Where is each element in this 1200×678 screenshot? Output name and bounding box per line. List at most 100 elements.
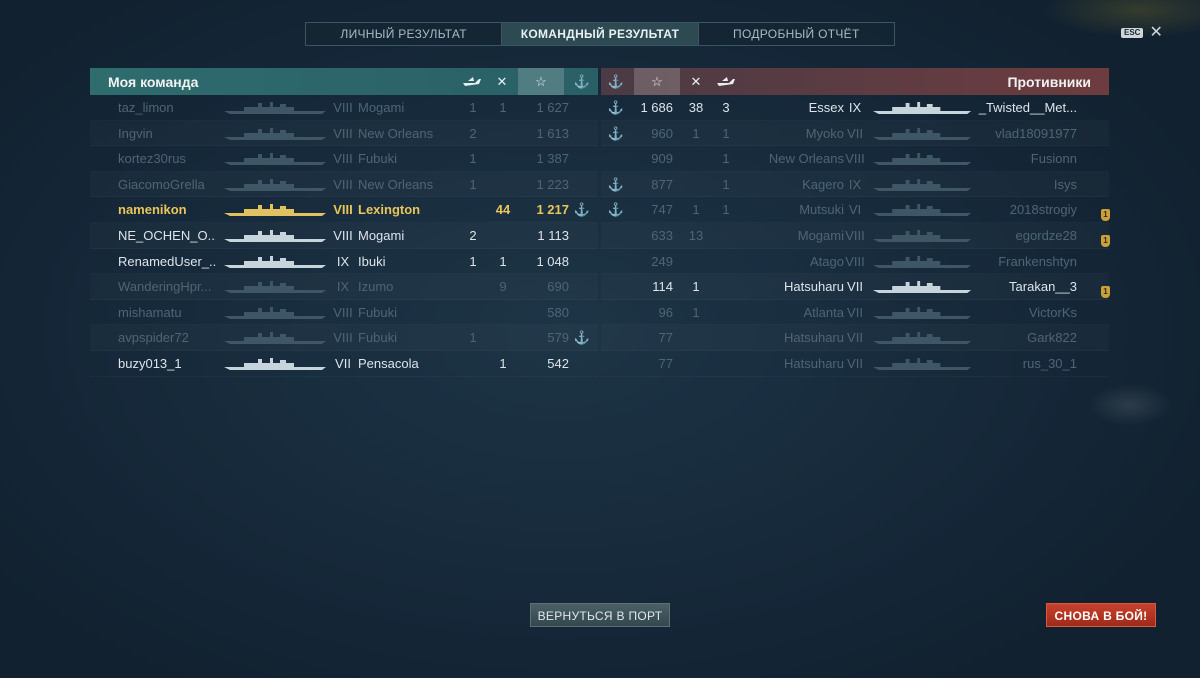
player-row[interactable]: 633 13 Mogami VIII egordze28 1 (601, 223, 1110, 249)
player-name: mishamatu (118, 304, 182, 320)
ship-tier: VII (847, 304, 863, 320)
player-name: WanderingHpr... (118, 279, 212, 295)
close-icon[interactable]: ✕ (1149, 25, 1162, 41)
player-row[interactable]: buzy013_1 VII Pensacola 1 542 (90, 351, 598, 377)
planes-destroyed-count: 1 (469, 100, 477, 115)
base-xp-score: 1 113 (537, 227, 569, 243)
base-xp-score: 96 (658, 304, 673, 320)
player-row[interactable]: 77 Hatsuharu VII rus_30_1 (601, 351, 1109, 377)
player-row[interactable]: ⚓ 877 1 Kagero IX Isys (601, 172, 1109, 198)
plane-icon[interactable] (457, 68, 487, 95)
player-name: RenamedUser_... (118, 253, 216, 269)
base-xp-score: 1 613 (536, 125, 569, 141)
tab-team-result[interactable]: КОМАНДНЫЙ РЕЗУЛЬТАТ (501, 23, 698, 45)
player-row[interactable]: namenikon VIII Lexington 44 1 217 ⚓ (90, 197, 598, 223)
ship-name: New Orleans (768, 151, 844, 167)
anchor-icon[interactable]: ⚓ (567, 68, 597, 95)
planes-destroyed-count: 1 (469, 253, 477, 269)
my-team-title: Моя команда (108, 74, 199, 90)
player-row[interactable]: 96 1 Atlanta VII VictorKs (601, 300, 1109, 326)
player-row[interactable]: ⚓ 960 1 1 Myoko VII vlad18091977 (601, 121, 1109, 147)
player-row[interactable]: 909 1 New Orleans VIII Fusionn (601, 146, 1109, 172)
ship-name: Atago (810, 253, 844, 269)
ship-tier: VIII (333, 100, 353, 115)
ship-name: Atlanta (803, 304, 844, 320)
ship-name: Mogami (358, 227, 405, 243)
planes-destroyed-count: 1 (469, 151, 477, 167)
player-name: taz_limon (118, 100, 174, 115)
return-to-port-button[interactable]: ВЕРНУТЬСЯ В ПОРТ (530, 603, 670, 627)
ship-name: Hatsuharu (784, 330, 844, 346)
player-name: vlad18091977 (995, 125, 1077, 141)
ship-tier: VIII (333, 227, 353, 243)
ship-tier: IX (848, 100, 862, 115)
player-name: Isys (1053, 176, 1077, 192)
ship-name: Myoko (805, 125, 844, 141)
player-name: Tarakan__3 (1009, 279, 1077, 295)
player-row[interactable]: kortez30rus VIII Fubuki 1 1 387 (90, 146, 598, 172)
ship-name: Essex (808, 100, 844, 115)
ship-silhouette-icon (222, 229, 330, 243)
anchor-icon[interactable]: ⚓ (601, 68, 631, 95)
ship-tier: VIII (333, 176, 353, 192)
enemy-team-panel: ⚓ ☆ ✕ Противники ⚓ 1 686 38 3 Essex IX _Twiste… (601, 68, 1110, 378)
player-row[interactable]: avpspider72 VIII Fubuki 1 579 ⚓ (90, 325, 598, 351)
player-row[interactable]: ⚓ 1 686 38 3 Essex IX _Twisted__Met... (601, 95, 1109, 121)
base-xp-score: 633 (651, 227, 673, 243)
enemy-team-header: ⚓ ☆ ✕ Противники (601, 68, 1109, 95)
ship-tier: VIII (333, 330, 353, 346)
ship-silhouette-icon (222, 357, 330, 371)
player-row[interactable]: 114 1 Hatsuharu VII Tarakan__3 1 (601, 274, 1110, 300)
result-tabs: ЛИЧНЫЙ РЕЗУЛЬТАТ КОМАНДНЫЙ РЕЗУЛЬТАТ ПОД… (305, 22, 895, 46)
ship-name: Izumo (358, 279, 394, 295)
plane-icon[interactable] (711, 68, 741, 95)
planes-destroyed-count: 1 (722, 151, 730, 167)
battle-again-button[interactable]: СНОВА В БОЙ! (1046, 603, 1156, 627)
player-row[interactable]: Ingvin VIII New Orleans 2 1 613 (90, 121, 598, 147)
ship-tier: VIII (845, 151, 865, 167)
player-row[interactable]: ⚓ 747 1 1 Mutsuki VI 2018strogiy 1 (601, 197, 1110, 223)
ship-silhouette-icon (222, 331, 330, 345)
player-row[interactable]: taz_limon VIII Mogami 1 1 1 627 (90, 95, 598, 121)
frags-count: 1 (499, 253, 507, 269)
ship-tier: VIII (845, 227, 865, 243)
player-row[interactable]: mishamatu VIII Fubuki 580 (90, 300, 598, 326)
planes-destroyed-count: 2 (469, 125, 477, 141)
player-name: Frankenshtyn (998, 253, 1077, 269)
esc-close[interactable]: ESC ✕ (1121, 25, 1163, 41)
player-row[interactable]: NE_OCHEN_O... VIII Mogami 2 1 113 (90, 223, 598, 249)
player-row[interactable]: RenamedUser_... IX Ibuki 1 1 1 048 (90, 249, 598, 275)
player-row[interactable]: GiacomoGrella VIII New Orleans 1 1 223 (90, 172, 598, 198)
ship-name: Fubuki (358, 304, 398, 320)
tab-detailed-report[interactable]: ПОДРОБНЫЙ ОТЧЁТ (697, 23, 894, 45)
ship-name: Lexington (358, 202, 421, 218)
player-row[interactable]: 249 Atago VIII Frankenshtyn (601, 249, 1109, 275)
player-row[interactable]: WanderingHpr... IX Izumo 9 690 (90, 274, 598, 300)
star-icon[interactable]: ☆ (518, 68, 564, 95)
ship-tier: IX (336, 279, 350, 295)
ship-name: New Orleans (358, 176, 434, 192)
base-xp-score: 747 (651, 202, 673, 218)
ship-silhouette-icon (222, 101, 330, 115)
ship-name: Ibuki (358, 253, 386, 269)
base-xp-score: 1 048 (536, 253, 569, 269)
tab-personal-result[interactable]: ЛИЧНЫЙ РЕЗУЛЬТАТ (306, 23, 501, 45)
ship-name: Kagero (802, 176, 844, 192)
crossed-swords-icon[interactable]: ✕ (681, 68, 711, 95)
ship-tier: VIII (333, 202, 353, 218)
base-xp-score: 1 686 (640, 100, 673, 115)
planes-destroyed-count: 3 (722, 100, 730, 115)
player-name: buzy013_1 (118, 355, 182, 371)
base-xp-score: 1 217 (536, 202, 569, 218)
crossed-swords-icon[interactable]: ✕ (487, 68, 517, 95)
base-xp-score: 580 (547, 304, 569, 320)
ship-tier: VII (847, 279, 863, 295)
ship-tier: VII (335, 355, 351, 371)
base-xp-score: 690 (547, 279, 569, 295)
base-xp-score: 114 (652, 279, 673, 295)
enemy-team-title: Противники (1007, 74, 1091, 90)
player-row[interactable]: 77 Hatsuharu VII Gark822 (601, 325, 1109, 351)
star-icon[interactable]: ☆ (634, 68, 680, 95)
player-name: Gark822 (1027, 330, 1077, 346)
ship-tier: VIII (333, 125, 353, 141)
